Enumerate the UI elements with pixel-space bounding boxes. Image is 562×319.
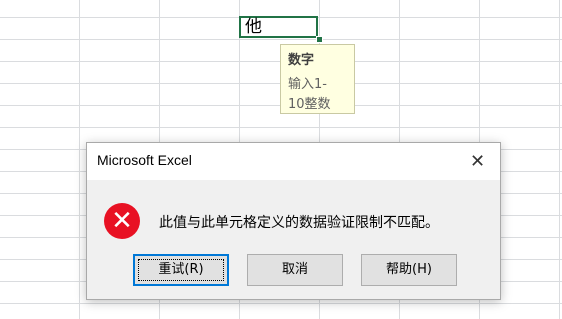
- focus-rect: [138, 259, 224, 281]
- tooltip-line: 输入1-: [288, 77, 327, 92]
- grid-row-line: [0, 127, 562, 128]
- fill-handle[interactable]: [316, 36, 323, 43]
- error-message: 此值与此单元格定义的数据验证限制不匹配。: [159, 215, 439, 231]
- close-icon[interactable]: ✕: [455, 143, 500, 180]
- error-dialog: Microsoft Excel ✕ ✕ 此值与此单元格定义的数据验证限制不匹配。…: [86, 142, 501, 300]
- retry-button[interactable]: 重试(R): [133, 254, 229, 286]
- dialog-title: Microsoft Excel: [97, 152, 192, 168]
- dialog-titlebar[interactable]: Microsoft Excel ✕: [87, 143, 500, 180]
- cancel-button[interactable]: 取消: [247, 254, 343, 286]
- cancel-button-label: 取消: [281, 262, 308, 277]
- tooltip-line: 10整数: [288, 97, 331, 112]
- help-button-label: 帮助(H): [386, 262, 432, 277]
- grid-column-line: [79, 0, 80, 319]
- grid-column-line: [559, 0, 560, 319]
- tooltip-body: 输入1- 10整数: [288, 75, 347, 115]
- grid-row-line: [0, 39, 562, 40]
- error-icon: ✕: [104, 203, 140, 239]
- help-button[interactable]: 帮助(H): [361, 254, 457, 286]
- grid-row-line: [0, 303, 562, 304]
- active-cell[interactable]: 他: [239, 16, 318, 38]
- tooltip-title: 数字: [288, 53, 315, 68]
- input-message-tooltip: 数字 输入1- 10整数: [280, 44, 355, 114]
